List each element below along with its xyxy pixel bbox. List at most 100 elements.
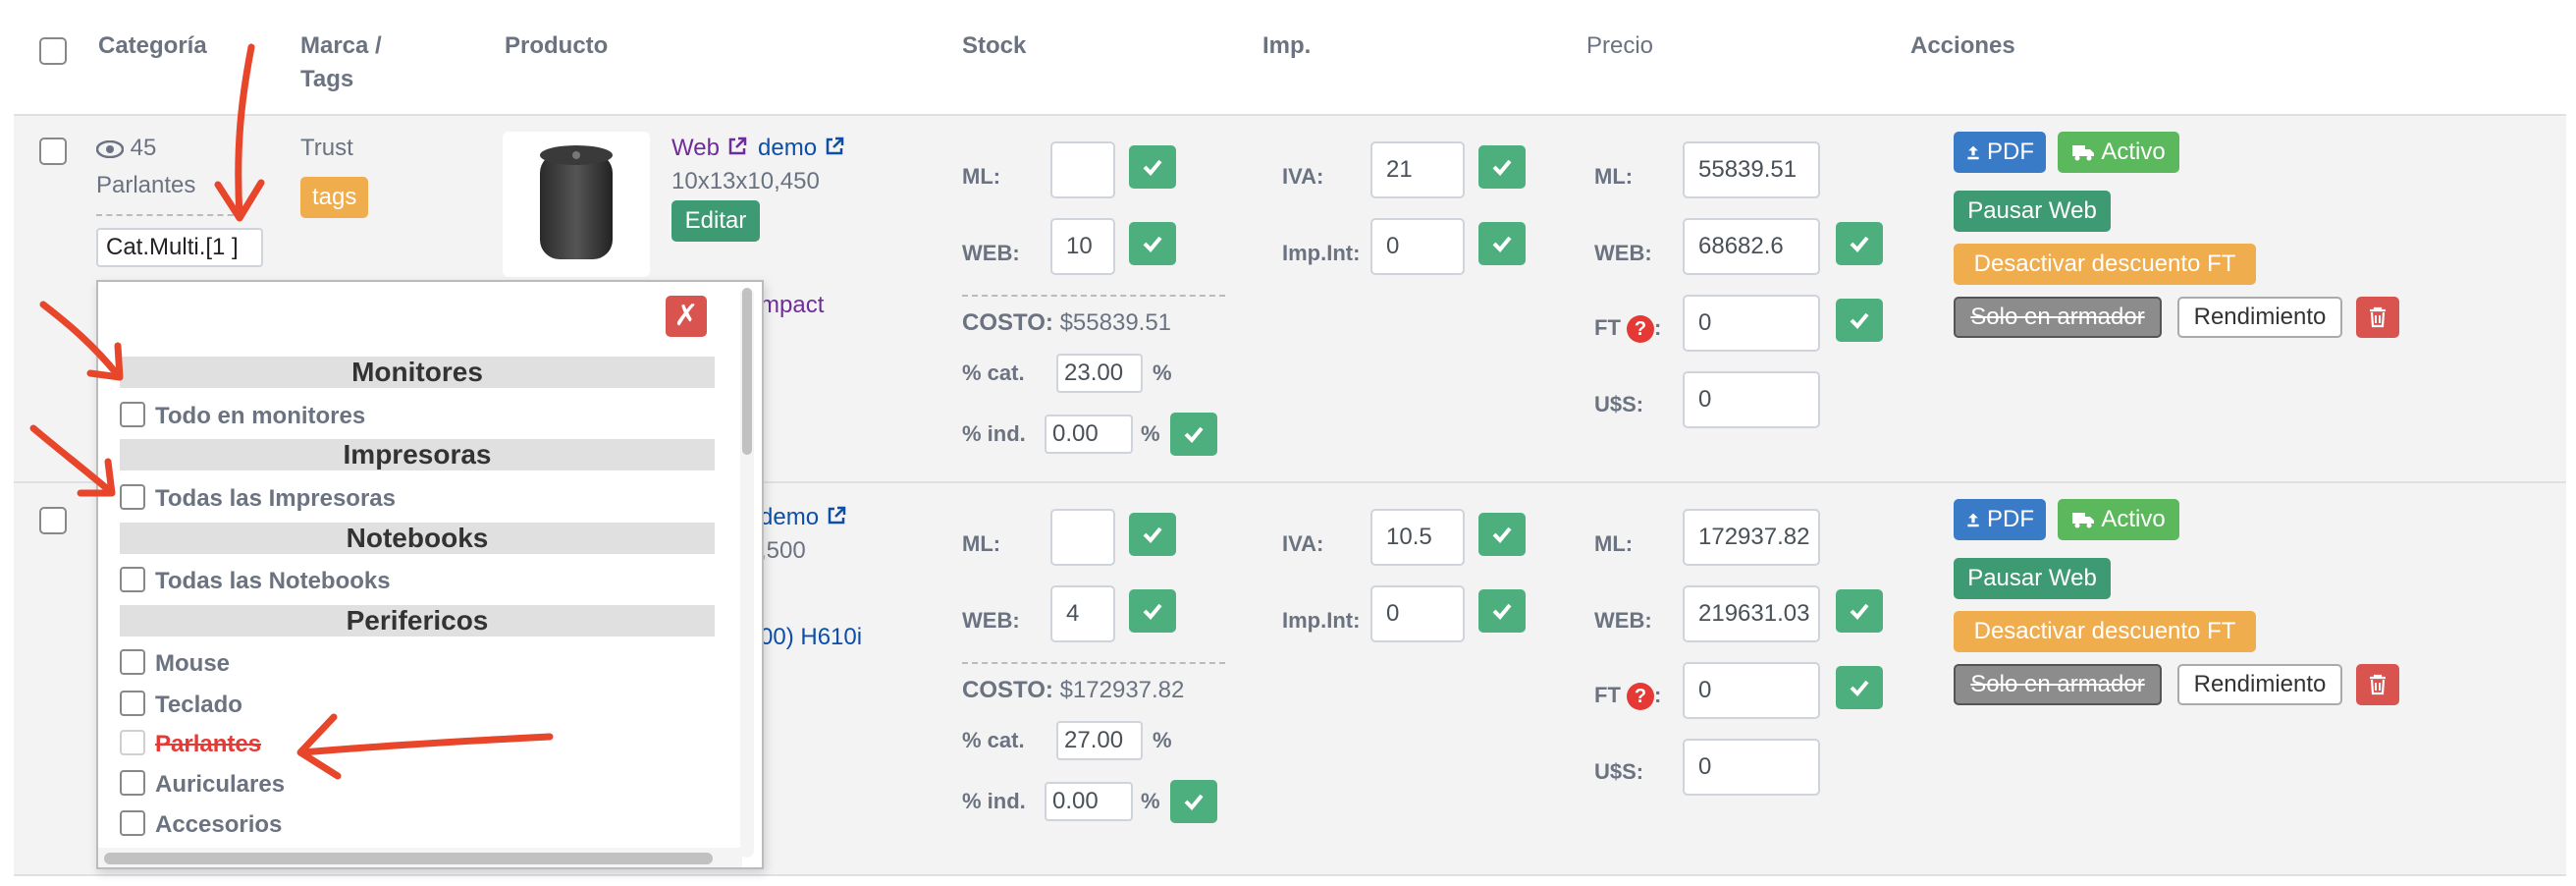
precio-ft-save-button[interactable] [1836, 299, 1883, 342]
stock-ml-save-button[interactable] [1129, 145, 1176, 189]
precio-ft-input[interactable]: 0 [1683, 662, 1820, 719]
product-name-link[interactable]: 00) H610i [760, 623, 862, 652]
row-select-checkbox[interactable] [39, 507, 67, 534]
header-imp[interactable]: Imp. [1262, 29, 1311, 63]
option-checkbox[interactable] [120, 691, 145, 716]
costo: COSTO: $172937.82 [962, 677, 1185, 703]
pct-ind-input[interactable]: 0.00 [1045, 782, 1133, 821]
desactivar-descuento-button[interactable]: Desactivar descuento FT [1954, 244, 2256, 285]
header-categoria[interactable]: Categoría [98, 29, 207, 63]
pct-cat-label: % cat. [962, 360, 1025, 385]
header-precio: Precio [1586, 32, 1654, 59]
pct-ind-sign: % [1141, 421, 1160, 446]
option-label[interactable]: Mouse [155, 649, 230, 679]
check-icon [1184, 794, 1204, 810]
activo-button[interactable]: Activo [2058, 132, 2179, 173]
precio-web-input[interactable]: 219631.03 [1683, 585, 1820, 642]
product-name-link[interactable]: mpact [760, 291, 824, 320]
tags-badge[interactable]: tags [300, 177, 369, 218]
scrollbar-thumb[interactable] [742, 288, 752, 455]
activo-button[interactable]: Activo [2058, 499, 2179, 540]
header-marca[interactable]: Marca / Tags [300, 29, 382, 96]
impint-save-button[interactable] [1478, 222, 1526, 265]
stock-web-input[interactable]: 4 [1050, 585, 1115, 642]
pct-cat-input[interactable]: 23.00 [1056, 354, 1143, 393]
external-link-icon [826, 137, 843, 155]
check-icon [1850, 680, 1869, 696]
impint-save-button[interactable] [1478, 589, 1526, 633]
delete-button[interactable] [2356, 297, 2399, 338]
pct-ind-input[interactable]: 0.00 [1045, 415, 1133, 454]
option-checkbox[interactable] [120, 649, 145, 675]
option-checkbox[interactable] [120, 484, 145, 510]
pausar-web-button[interactable]: Pausar Web [1954, 191, 2111, 232]
horizontal-scrollbar[interactable] [98, 848, 742, 867]
iva-input[interactable]: 10.5 [1370, 509, 1465, 566]
precio-web-save-button[interactable] [1836, 589, 1883, 633]
web-link[interactable]: Web [671, 134, 748, 163]
pct-cat-input[interactable]: 27.00 [1056, 721, 1143, 760]
precio-ml-input[interactable]: 172937.82 [1683, 509, 1820, 566]
desactivar-descuento-button[interactable]: Desactivar descuento FT [1954, 611, 2256, 652]
scrollbar-thumb[interactable] [104, 853, 713, 864]
option-label[interactable]: Todas las Impresoras [155, 484, 396, 514]
row-select-checkbox[interactable] [39, 138, 67, 165]
stock-ml-save-button[interactable] [1129, 513, 1176, 556]
vertical-scrollbar[interactable] [740, 288, 754, 858]
impint-input[interactable]: 0 [1370, 218, 1465, 275]
edit-button[interactable]: Editar [671, 200, 760, 242]
rendimiento-button[interactable]: Rendimiento [2177, 297, 2342, 338]
option-label[interactable]: Accesorios [155, 810, 282, 840]
impint-label: Imp.Int: [1282, 241, 1361, 265]
precio-ft-save-button[interactable] [1836, 666, 1883, 709]
stock-ml-input[interactable] [1050, 141, 1115, 198]
pct-ind-save-button[interactable] [1170, 780, 1217, 823]
header-producto[interactable]: Producto [505, 29, 608, 63]
stock-web-save-button[interactable] [1129, 222, 1176, 265]
option-checkbox[interactable] [120, 770, 145, 796]
stock-web-input[interactable]: 10 [1050, 218, 1115, 275]
cat-multi-select[interactable]: Cat.Multi.[1 ] [96, 228, 263, 267]
header-stock[interactable]: Stock [962, 29, 1026, 63]
solo-armador-button[interactable]: Solo en armador [1954, 297, 2162, 338]
option-checkbox[interactable] [120, 567, 145, 592]
select-all-checkbox[interactable] [39, 37, 67, 65]
demo-link[interactable]: demo [758, 134, 845, 163]
precio-uss-input[interactable]: 0 [1683, 739, 1820, 796]
precio-web-input[interactable]: 68682.6 [1683, 218, 1820, 275]
option-checkbox[interactable] [120, 810, 145, 836]
solo-armador-button[interactable]: Solo en armador [1954, 664, 2162, 705]
option-label[interactable]: Todas las Notebooks [155, 567, 391, 596]
pdf-button[interactable]: PDF [1954, 499, 2046, 540]
help-icon[interactable]: ? [1627, 315, 1655, 344]
option-label[interactable]: Todo en monitores [155, 402, 365, 431]
demo-link[interactable]: demo [760, 503, 847, 532]
precio-ml-input[interactable]: 55839.51 [1683, 141, 1820, 198]
precio-uss-input[interactable]: 0 [1683, 371, 1820, 428]
precio-uss-label: U$S: [1594, 759, 1644, 784]
close-button[interactable]: ✗ [666, 296, 707, 337]
iva-input[interactable]: 21 [1370, 141, 1465, 198]
option-label-disabled: Parlantes [155, 731, 262, 757]
stock-web-save-button[interactable] [1129, 589, 1176, 633]
pausar-web-button[interactable]: Pausar Web [1954, 558, 2111, 599]
speaker-image [540, 145, 613, 259]
pct-ind-save-button[interactable] [1170, 413, 1217, 456]
check-icon [1143, 236, 1162, 252]
option-label[interactable]: Teclado [155, 691, 242, 720]
delete-button[interactable] [2356, 664, 2399, 705]
rendimiento-button[interactable]: Rendimiento [2177, 664, 2342, 705]
pct-cat-label: % cat. [962, 728, 1025, 752]
option-label[interactable]: Auriculares [155, 770, 285, 800]
option-checkbox[interactable] [120, 402, 145, 427]
pdf-button[interactable]: PDF [1954, 132, 2046, 173]
precio-ft-input[interactable]: 0 [1683, 295, 1820, 352]
impint-input[interactable]: 0 [1370, 585, 1465, 642]
iva-save-button[interactable] [1478, 513, 1526, 556]
stock-ml-input[interactable] [1050, 509, 1115, 566]
iva-save-button[interactable] [1478, 145, 1526, 189]
pct-cat-sign: % [1153, 728, 1172, 752]
precio-web-save-button[interactable] [1836, 222, 1883, 265]
help-icon[interactable]: ? [1627, 683, 1655, 711]
upload-icon [1967, 145, 1979, 160]
